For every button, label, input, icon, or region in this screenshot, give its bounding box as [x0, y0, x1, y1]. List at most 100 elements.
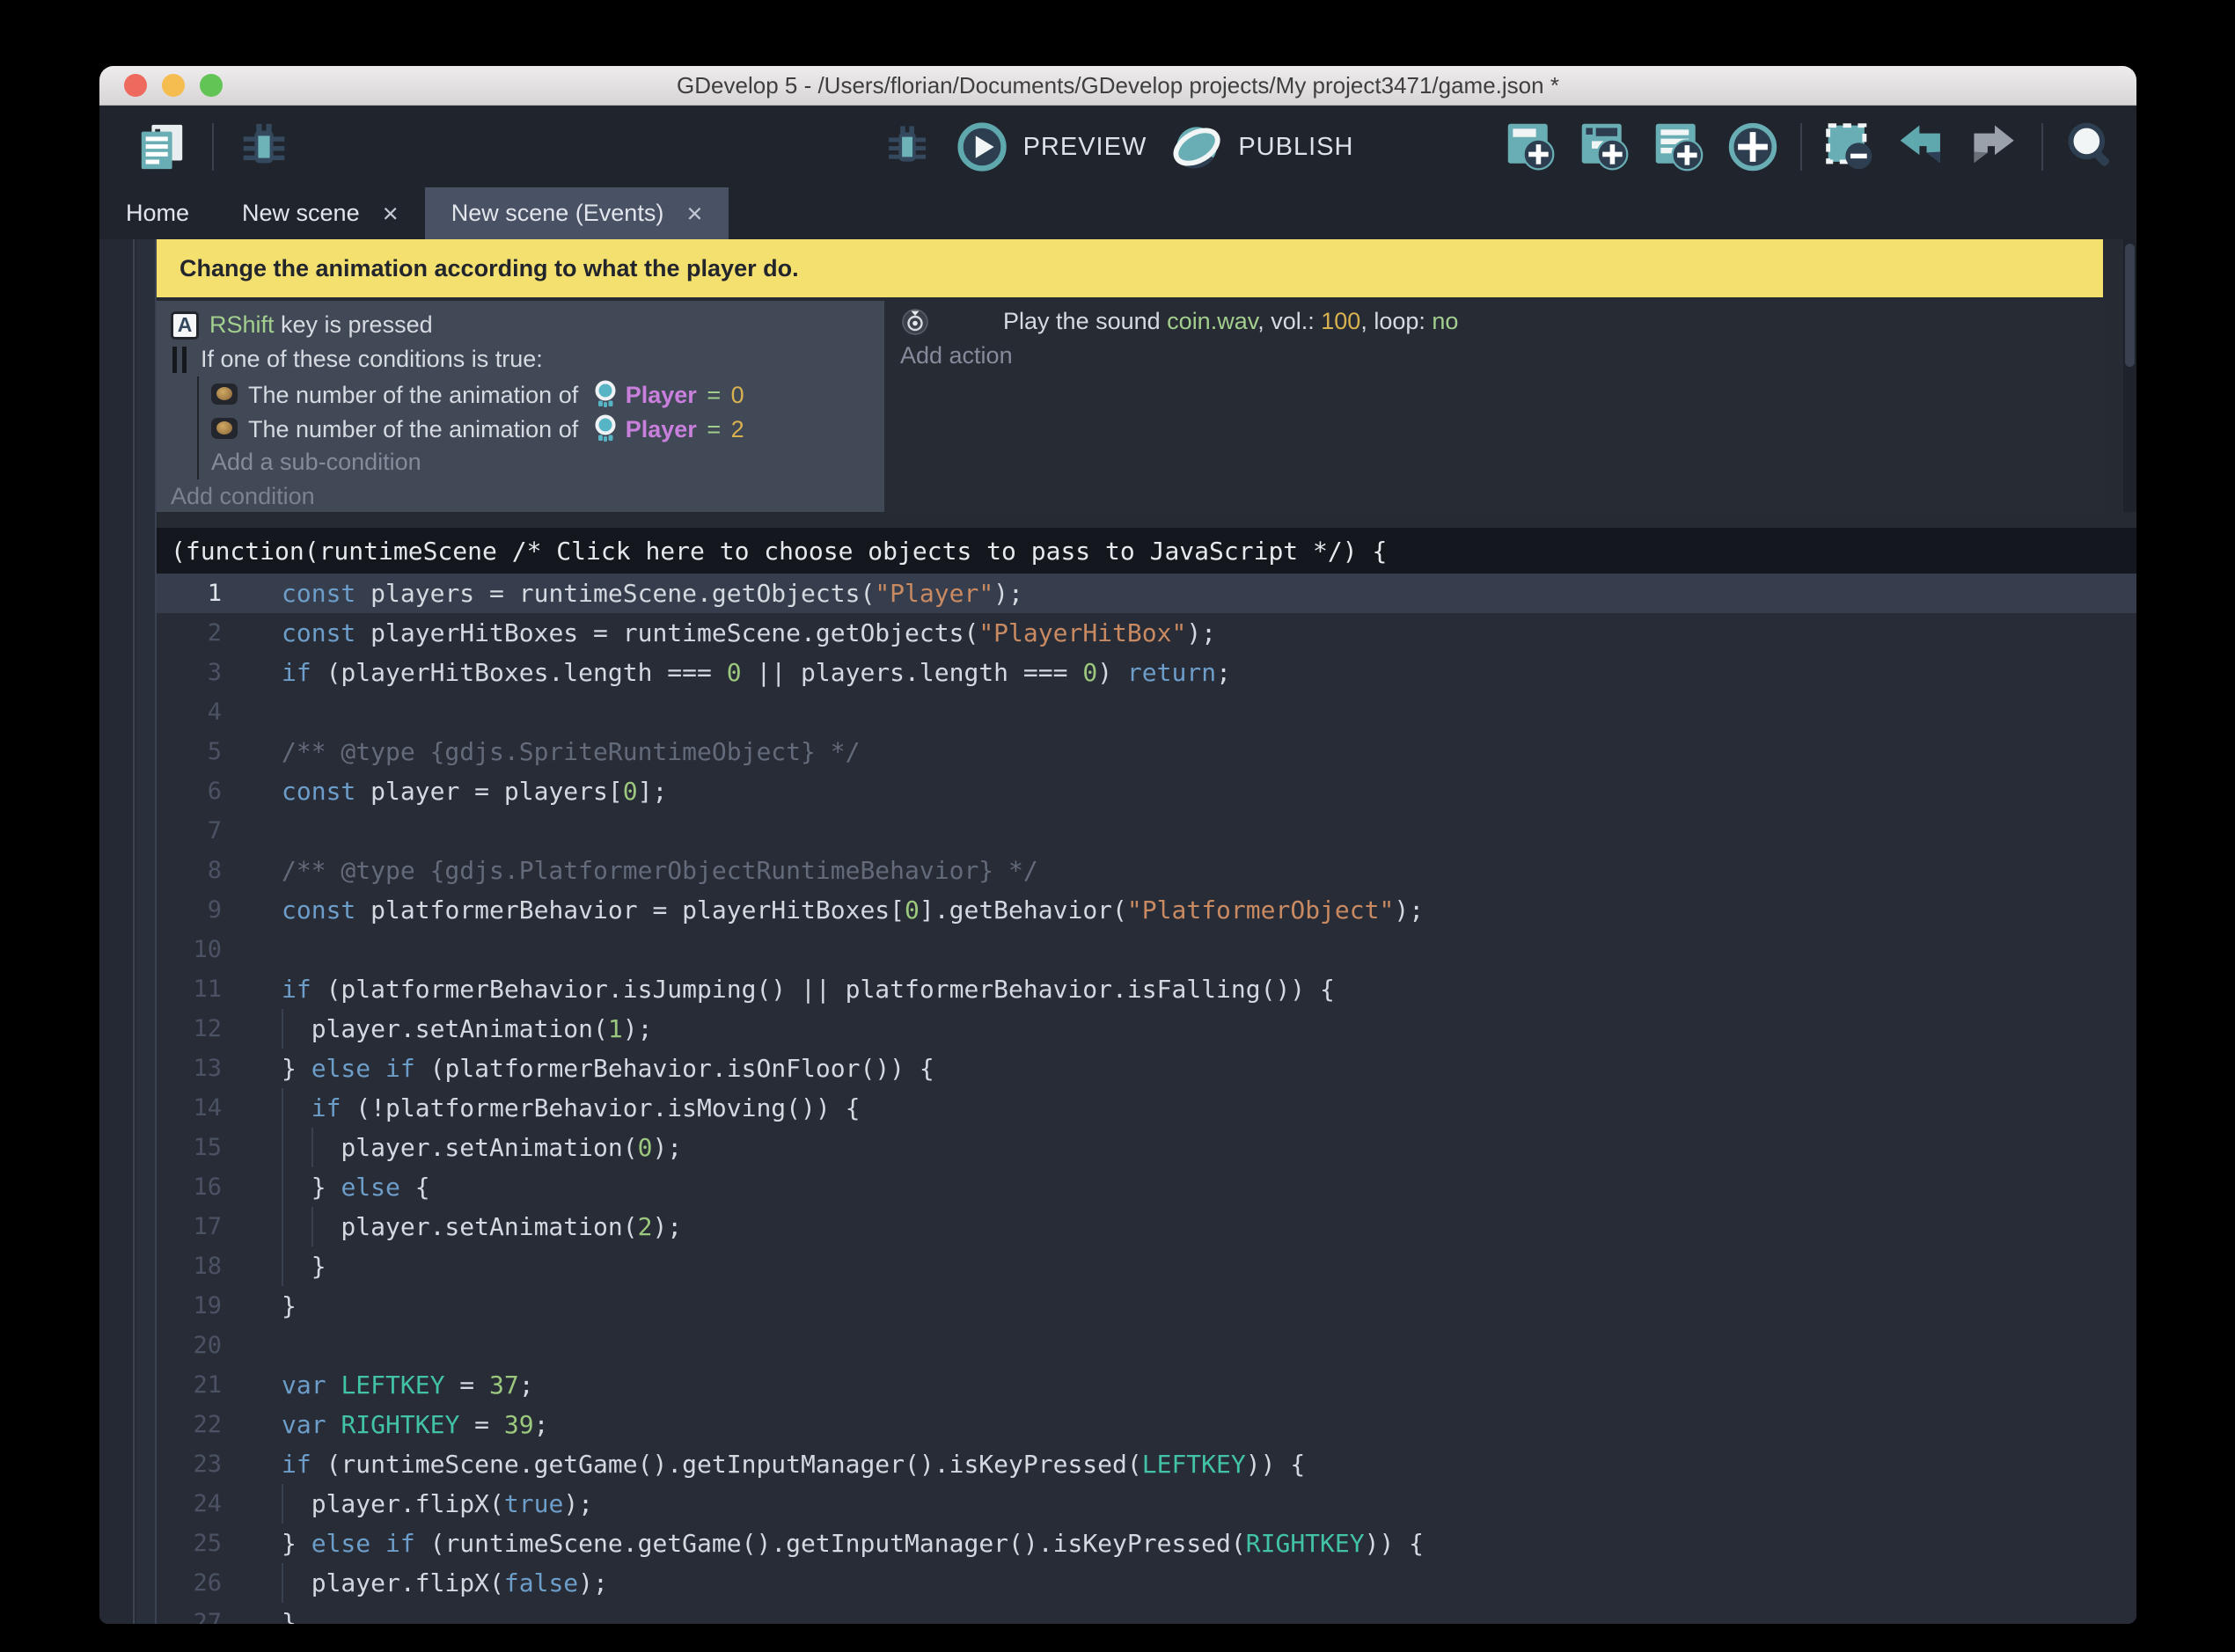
add-sub-condition-button[interactable]: Add a sub-condition	[211, 445, 884, 479]
tab-close-icon[interactable]: ×	[686, 200, 702, 227]
debugger-button[interactable]	[237, 120, 291, 174]
toolbar-divider	[2041, 123, 2043, 171]
project-manager-button[interactable]	[135, 121, 189, 172]
line-number: 22	[157, 1411, 255, 1438]
tab-label: New scene	[242, 200, 360, 227]
remove-event-button[interactable]	[1823, 121, 1876, 173]
condition-key-pressed[interactable]: A RShift key is pressed	[171, 308, 884, 342]
events-gutter-handles	[136, 239, 157, 1624]
sound-loop: no	[1432, 308, 1458, 334]
add-circle-icon	[1726, 121, 1779, 173]
debug-preview-button[interactable]	[883, 122, 932, 172]
code-line-9[interactable]: 9const platformerBehavior = playerHitBox…	[157, 890, 2136, 930]
events-gutter	[99, 239, 135, 1624]
code-line-11[interactable]: 11if (platformerBehavior.isJumping() || …	[157, 969, 2136, 1009]
project-manager-icon	[135, 121, 189, 172]
search-icon	[2064, 121, 2117, 173]
tab-home[interactable]: Home	[99, 187, 216, 239]
code-line-16[interactable]: 16 } else {	[157, 1167, 2136, 1207]
add-subevent-button[interactable]	[1579, 121, 1631, 173]
preview-button[interactable]: PREVIEW	[956, 121, 1147, 172]
tab-close-icon[interactable]: ×	[383, 200, 399, 227]
code-line-2[interactable]: 2const playerHitBoxes = runtimeScene.get…	[157, 613, 2136, 653]
bug-icon	[883, 122, 932, 172]
code-text: var RIGHTKEY = 39;	[255, 1410, 548, 1439]
js-code-header[interactable]: (function(runtimeScene /* Click here to …	[157, 528, 2136, 574]
code-line-23[interactable]: 23if (runtimeScene.getGame().getInputMan…	[157, 1444, 2136, 1484]
line-number: 13	[157, 1055, 255, 1082]
line-number: 7	[157, 817, 255, 844]
code-line-5[interactable]: 5/** @type {gdjs.SpriteRuntimeObject} */	[157, 732, 2136, 771]
code-line-17[interactable]: 17 player.setAnimation(2);	[157, 1207, 2136, 1246]
code-line-3[interactable]: 3if (playerHitBoxes.length === 0 || play…	[157, 653, 2136, 692]
code-line-15[interactable]: 15 player.setAnimation(0);	[157, 1128, 2136, 1167]
add-event-choose-button[interactable]	[1726, 121, 1779, 173]
action-play-sound[interactable]: Play the sound coin.wav, vol.: 100, loop…	[900, 304, 2103, 339]
code-line-10[interactable]: 10	[157, 930, 2136, 969]
indent-guide	[282, 1128, 283, 1167]
bug-icon	[237, 120, 291, 174]
code-line-20[interactable]: 20	[157, 1326, 2136, 1365]
line-number: 12	[157, 1015, 255, 1042]
code-text: player.setAnimation(1);	[255, 1014, 652, 1043]
player-object-icon	[590, 379, 620, 409]
events-scrollbar[interactable]	[2123, 239, 2136, 512]
add-event-button[interactable]	[1505, 121, 1557, 173]
code-line-13[interactable]: 13} else if (platformerBehavior.isOnFloo…	[157, 1049, 2136, 1088]
line-number: 26	[157, 1569, 255, 1597]
code-line-12[interactable]: 12 player.setAnimation(1);	[157, 1009, 2136, 1049]
undo-button[interactable]	[1897, 121, 1948, 172]
comment-event[interactable]: Change the animation according to what t…	[157, 239, 2103, 297]
code-text: }	[255, 1608, 297, 1624]
indent-guide	[282, 1167, 283, 1207]
code-line-18[interactable]: 18 }	[157, 1246, 2136, 1286]
code-text: if (playerHitBoxes.length === 0 || playe…	[255, 658, 1231, 687]
code-line-19[interactable]: 19}	[157, 1286, 2136, 1326]
event-row: A RShift key is pressed If one of these …	[157, 301, 2103, 512]
object-name: Player	[626, 416, 697, 442]
sub-condition-animation-0[interactable]: The number of the animation of Player = …	[211, 376, 884, 411]
code-line-22[interactable]: 22var RIGHTKEY = 39;	[157, 1405, 2136, 1444]
line-number: 17	[157, 1213, 255, 1240]
code-line-8[interactable]: 8/** @type {gdjs.PlatformerObjectRuntime…	[157, 851, 2136, 890]
indent-guide	[311, 1207, 313, 1246]
tab-new-scene-events[interactable]: New scene (Events) ×	[425, 187, 729, 239]
code-line-26[interactable]: 26 player.flipX(false);	[157, 1563, 2136, 1603]
line-number: 23	[157, 1451, 255, 1478]
add-action-button[interactable]: Add action	[900, 339, 2103, 373]
redo-button[interactable]	[1969, 121, 2020, 172]
code-line-14[interactable]: 14 if (!platformerBehavior.isMoving()) {	[157, 1088, 2136, 1128]
code-line-27[interactable]: 27}	[157, 1603, 2136, 1624]
code-line-6[interactable]: 6const player = players[0];	[157, 771, 2136, 811]
scrollbar-thumb[interactable]	[2125, 244, 2135, 367]
add-condition-button[interactable]: Add condition	[171, 479, 884, 514]
code-text: } else if (runtimeScene.getGame().getInp…	[255, 1529, 1424, 1558]
code-text: const players = runtimeScene.getObjects(…	[255, 579, 1023, 608]
code-text: var LEFTKEY = 37;	[255, 1371, 534, 1400]
line-number: 14	[157, 1094, 255, 1122]
code-line-21[interactable]: 21var LEFTKEY = 37;	[157, 1365, 2136, 1405]
undo-icon	[1897, 121, 1948, 172]
code-line-25[interactable]: 25} else if (runtimeScene.getGame().getI…	[157, 1524, 2136, 1563]
sub-condition-text: The number of the animation of	[248, 416, 585, 442]
sub-conditions: The number of the animation of Player = …	[197, 376, 884, 479]
indent-guide	[282, 1246, 283, 1286]
condition-value: 0	[731, 382, 744, 408]
js-code-editor[interactable]: 1const players = runtimeScene.getObjects…	[157, 574, 2136, 1624]
line-number: 8	[157, 857, 255, 884]
code-line-24[interactable]: 24 player.flipX(true);	[157, 1484, 2136, 1524]
line-number: 15	[157, 1134, 255, 1161]
condition-or[interactable]: If one of these conditions is true:	[171, 342, 884, 376]
code-line-7[interactable]: 7	[157, 811, 2136, 851]
sub-condition-animation-1[interactable]: The number of the animation of Player = …	[211, 411, 884, 445]
code-line-4[interactable]: 4	[157, 692, 2136, 732]
globe-icon	[1171, 121, 1222, 172]
line-number: 11	[157, 976, 255, 1003]
code-line-1[interactable]: 1const players = runtimeScene.getObjects…	[157, 574, 2136, 613]
add-comment-button[interactable]	[1652, 121, 1705, 173]
preview-label: PREVIEW	[1023, 133, 1147, 162]
search-button[interactable]	[2064, 121, 2117, 173]
publish-button[interactable]: PUBLISH	[1171, 121, 1353, 172]
line-number: 1	[157, 580, 255, 607]
tab-new-scene[interactable]: New scene ×	[216, 187, 425, 239]
